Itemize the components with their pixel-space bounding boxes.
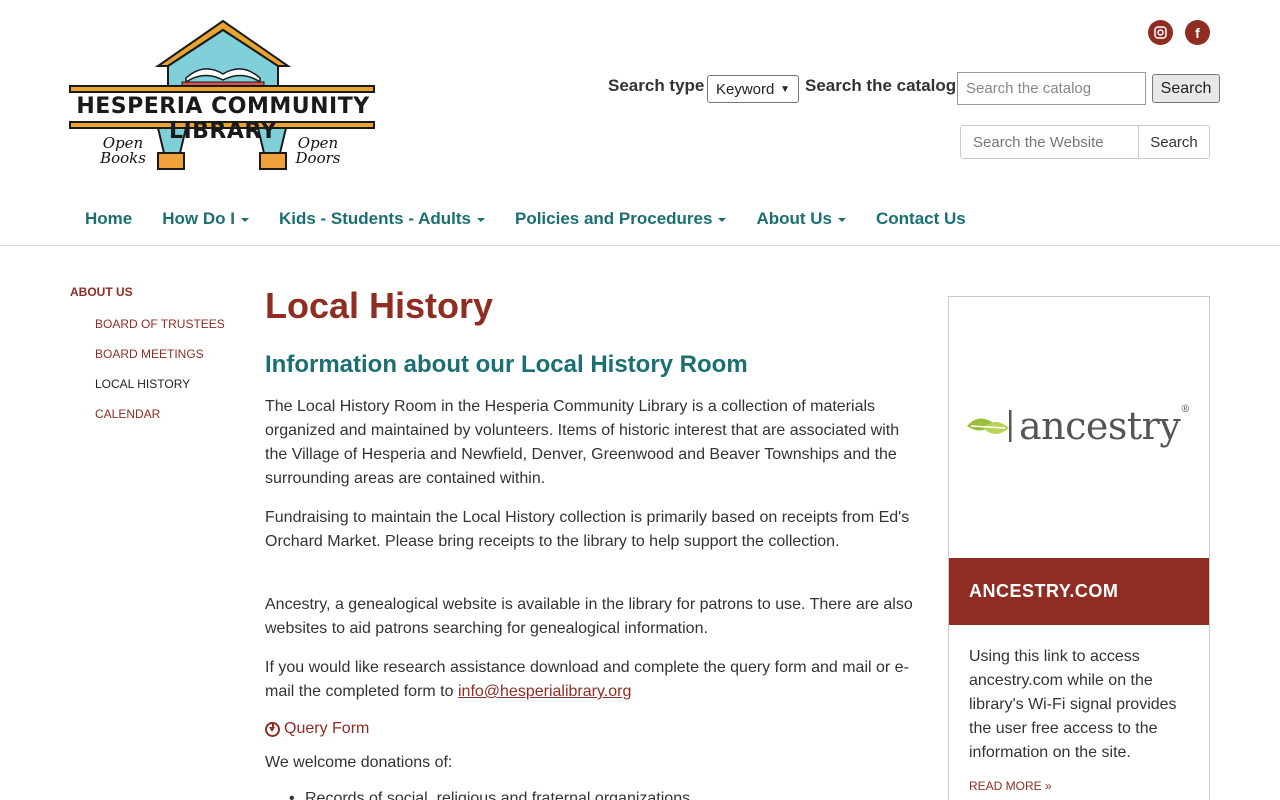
- read-more-link[interactable]: READ MORE »: [969, 779, 1052, 793]
- search-type-select[interactable]: Keyword ▼: [707, 75, 799, 103]
- bullet-icon: •: [289, 790, 295, 800]
- paragraph-ancestry: Ancestry, a genealogical website is avai…: [265, 596, 913, 637]
- sidebar-item-local-history[interactable]: LOCAL HISTORY: [95, 377, 190, 391]
- site-search-button[interactable]: Search: [1138, 125, 1210, 159]
- site-header: HESPERIA COMMUNITY LIBRARY Open Books Op…: [0, 0, 1280, 246]
- ancestry-logo[interactable]: ancestry®: [965, 401, 1195, 451]
- section-title: Information about our Local History Room: [265, 351, 748, 378]
- caret-down-icon: [476, 217, 485, 222]
- facebook-icon[interactable]: f: [1185, 20, 1210, 45]
- download-icon: [265, 721, 280, 737]
- caret-down-icon: [718, 217, 727, 222]
- catalog-search-button[interactable]: Search: [1152, 74, 1220, 103]
- paragraph-fundraising: Fundraising to maintain the Local Histor…: [265, 509, 910, 550]
- site-search-input[interactable]: Search the Website: [960, 125, 1139, 159]
- sidebar-item-board-of-trustees[interactable]: BOARD OF TRUSTEES: [95, 317, 225, 331]
- search-type-label: Search type: [608, 76, 705, 95]
- paragraph-intro: The Local History Room in the Hesperia C…: [265, 398, 900, 487]
- sidebar-item-calendar[interactable]: CALENDAR: [95, 407, 160, 421]
- sidebar-item-board-meetings[interactable]: BOARD MEETINGS: [95, 347, 204, 361]
- main-nav: Home How Do I Kids - Students - Adults P…: [70, 209, 981, 229]
- logo-tagline-right: Open Doors: [295, 134, 341, 167]
- ancestry-leaf-icon: [967, 410, 1012, 442]
- nav-about-us[interactable]: About Us: [741, 209, 861, 229]
- card-heading: ANCESTRY.COM: [949, 558, 1209, 625]
- email-link[interactable]: info@hesperialibrary.org: [458, 683, 631, 700]
- card-description: Using this link to access ancestry.com w…: [969, 648, 1177, 761]
- search-catalog-label: Search the catalog: [805, 76, 957, 95]
- instagram-glyph: [1154, 26, 1167, 39]
- donations-intro: We welcome donations of:: [265, 754, 453, 771]
- instagram-icon[interactable]: [1148, 20, 1173, 45]
- nav-policies[interactable]: Policies and Procedures: [500, 209, 741, 229]
- nav-contact-us[interactable]: Contact Us: [861, 209, 981, 229]
- logo-tagline-left: Open Books: [100, 134, 146, 167]
- donations-list-item: • Records of social, religious and frate…: [289, 790, 690, 800]
- chevron-down-icon: ▼: [780, 83, 790, 95]
- nav-how-do-i[interactable]: How Do I: [147, 209, 264, 229]
- catalog-search-input[interactable]: Search the catalog: [957, 72, 1146, 105]
- ancestry-card: ancestry® ANCESTRY.COM Using this link t…: [948, 296, 1210, 800]
- nav-home[interactable]: Home: [70, 209, 147, 229]
- caret-down-icon: [240, 217, 249, 222]
- caret-down-icon: [838, 217, 846, 222]
- library-logo[interactable]: HESPERIA COMMUNITY LIBRARY Open Books Op…: [68, 18, 378, 173]
- paragraph-research: If you would like research assistance do…: [265, 659, 909, 700]
- nav-kids-students-adults[interactable]: Kids - Students - Adults: [264, 209, 500, 229]
- ancestry-wordmark: ancestry®: [1019, 404, 1190, 448]
- page-title: Local History: [265, 285, 494, 326]
- query-form-link[interactable]: Query Form: [265, 720, 369, 738]
- sidebar-heading[interactable]: ABOUT US: [70, 285, 133, 299]
